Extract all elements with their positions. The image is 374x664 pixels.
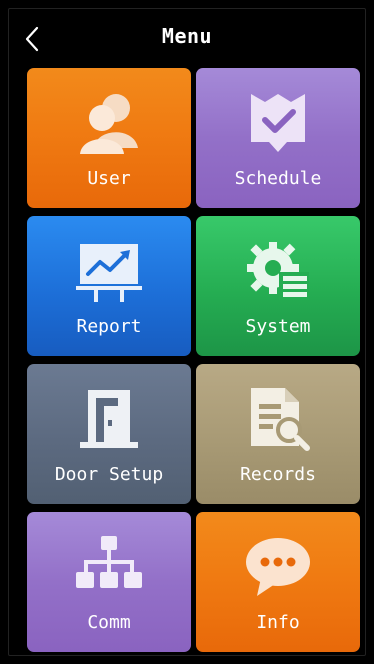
tile-label: Info: [256, 612, 300, 633]
tile-label: Records: [240, 464, 316, 485]
document-search-icon: [196, 380, 360, 458]
tile-label: Report: [76, 316, 142, 337]
page-title: Menu: [161, 24, 213, 48]
header: Menu: [0, 0, 374, 66]
tile-info[interactable]: Info: [196, 512, 360, 652]
gear-list-icon: [196, 232, 360, 310]
tile-comm[interactable]: Comm: [27, 512, 191, 652]
network-icon: [27, 528, 191, 606]
tile-label: Door Setup: [54, 464, 164, 485]
tile-system[interactable]: System: [196, 216, 360, 356]
users-icon: [27, 84, 191, 162]
tile-label: System: [245, 316, 311, 337]
tile-door-setup[interactable]: Door Setup: [27, 364, 191, 504]
tile-label: Schedule: [234, 168, 322, 189]
tile-schedule[interactable]: Schedule: [196, 68, 360, 208]
tile-user[interactable]: User: [27, 68, 191, 208]
calendar-check-icon: [196, 84, 360, 162]
tile-records[interactable]: Records: [196, 364, 360, 504]
chat-bubble-icon: [196, 528, 360, 606]
chart-board-icon: [27, 232, 191, 310]
tile-label: Comm: [87, 612, 131, 633]
door-icon: [27, 380, 191, 458]
tile-label: User: [87, 168, 131, 189]
tile-report[interactable]: Report: [27, 216, 191, 356]
